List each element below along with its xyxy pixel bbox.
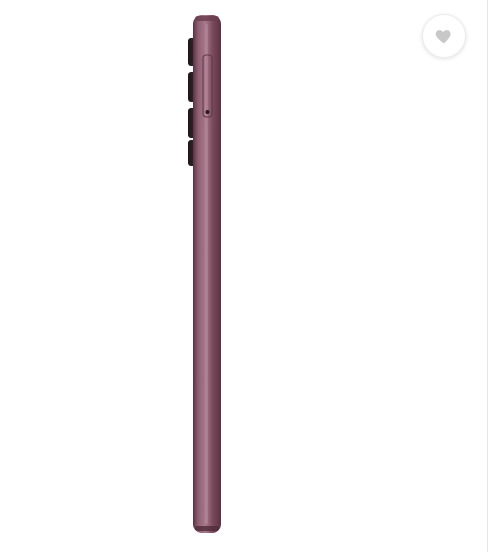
wishlist-button[interactable] xyxy=(422,14,466,58)
phone-side-view xyxy=(188,15,221,533)
edge-divider xyxy=(487,0,488,552)
heart-icon xyxy=(434,26,454,46)
product-image xyxy=(0,0,496,552)
product-gallery xyxy=(0,0,496,552)
